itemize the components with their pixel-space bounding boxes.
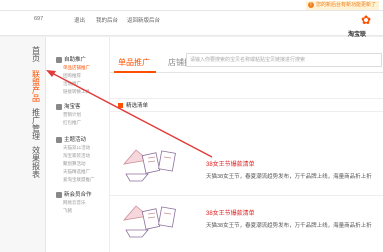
divider — [110, 98, 383, 99]
search-input[interactable]: 请输入你要搜索的宝贝名称或粘贴宝贝链接进行搜索 — [186, 53, 382, 67]
account-name: 697 — [34, 16, 44, 22]
logout-link[interactable]: 退出 — [74, 16, 85, 24]
section-title: 精选清单 — [118, 101, 148, 109]
subnav-link-link-converter[interactable]: 链接转换工具 — [63, 89, 90, 95]
megaphone-icon — [56, 56, 62, 63]
subnav-link-group-buy[interactable]: 团购推荐 — [63, 73, 81, 79]
subnav-group-theme-events: 主题活动 — [56, 135, 86, 143]
active-tab-indicator — [114, 71, 156, 73]
divider — [110, 195, 383, 196]
sidebar-item-home[interactable]: 首页 — [32, 47, 41, 63]
update-notice[interactable]: ! 您的新后台有新功能更新了 — [305, 1, 379, 10]
return-new-backend-link[interactable]: 返回新版后台 — [127, 16, 160, 24]
sidebar-item-products[interactable]: 联盟产品 — [32, 71, 41, 103]
sidebar: 首页 联盟产品 推广管理 效果报表 — [0, 37, 46, 252]
subnav-link-fliggy[interactable]: 飞猪 — [63, 208, 72, 214]
subnav-link-item-shop-promotion[interactable]: 单品店铺推广 — [63, 65, 90, 71]
sidebar-item-reports[interactable]: 效果报表 — [32, 147, 41, 179]
card-title[interactable]: 38女王节爆款清单 — [206, 159, 255, 168]
sidebar-item-promotion-management[interactable]: 推广管理 — [32, 109, 41, 141]
subnav-link-juhuasuan[interactable]: 聚划算活动 — [63, 161, 86, 167]
subnav-group-taobaoke: 淘宝客 — [56, 102, 81, 110]
card-illustration[interactable] — [118, 144, 194, 184]
top-notice-bar: ! 您的新后台有新功能更新了 — [0, 0, 383, 11]
taobao-logo-icon: ✿ — [360, 13, 372, 27]
subnav-link-ai-taobao[interactable]: 爱淘宝联盟推广 — [63, 177, 95, 183]
subnav-link-tmall-double11[interactable]: 天猫双11活动 — [63, 145, 90, 151]
subnav-link-marketing-plan[interactable]: 营销计划 — [63, 112, 81, 118]
card-description: 天猫38女王节，春夏潮流趋势发布，万千品牌上线，海量商品折上折 — [206, 223, 372, 229]
header: 697 退出 我的后台 返回新版后台 ✿ 淘宝联 — [0, 11, 383, 38]
subnav: 自助推广 单品店铺推广 团购推荐 活动推广 链接转换工具 淘宝客 营销计划 红包… — [46, 37, 110, 252]
taobaoke-icon — [56, 103, 62, 110]
list-icon — [118, 103, 123, 109]
subnav-link-home-decor[interactable]: 淘宝家装活动 — [63, 153, 90, 159]
subnav-link-event-promotion[interactable]: 活动推广 — [63, 81, 81, 87]
subnav-group-new-member: 新会员合作 — [56, 190, 92, 198]
warning-icon: ! — [307, 2, 314, 8]
card-description: 天猫38女王节，春夏潮流趋势发布，万千品牌上线，海量商品折上折 — [206, 174, 372, 180]
update-notice-text: 您的新后台有新功能更新了 — [315, 2, 376, 8]
subnav-link-tmall-selection[interactable]: 天猫精选推广 — [63, 169, 90, 175]
my-backend-link[interactable]: 我的后台 — [96, 16, 118, 24]
subnav-group-self-promotion: 自助推广 — [56, 55, 86, 63]
subnav-link-red-packet[interactable]: 红包推广 — [63, 120, 81, 126]
divider — [110, 111, 383, 112]
member-icon — [56, 191, 62, 198]
card-title[interactable]: 38女王节爆款清单 — [206, 208, 255, 217]
theme-icon — [56, 136, 62, 143]
subnav-link-netease-music[interactable]: 网易云音乐 — [63, 200, 86, 206]
tab-item-promotion[interactable]: 单品推广 — [118, 57, 150, 68]
card-illustration[interactable] — [118, 200, 194, 240]
